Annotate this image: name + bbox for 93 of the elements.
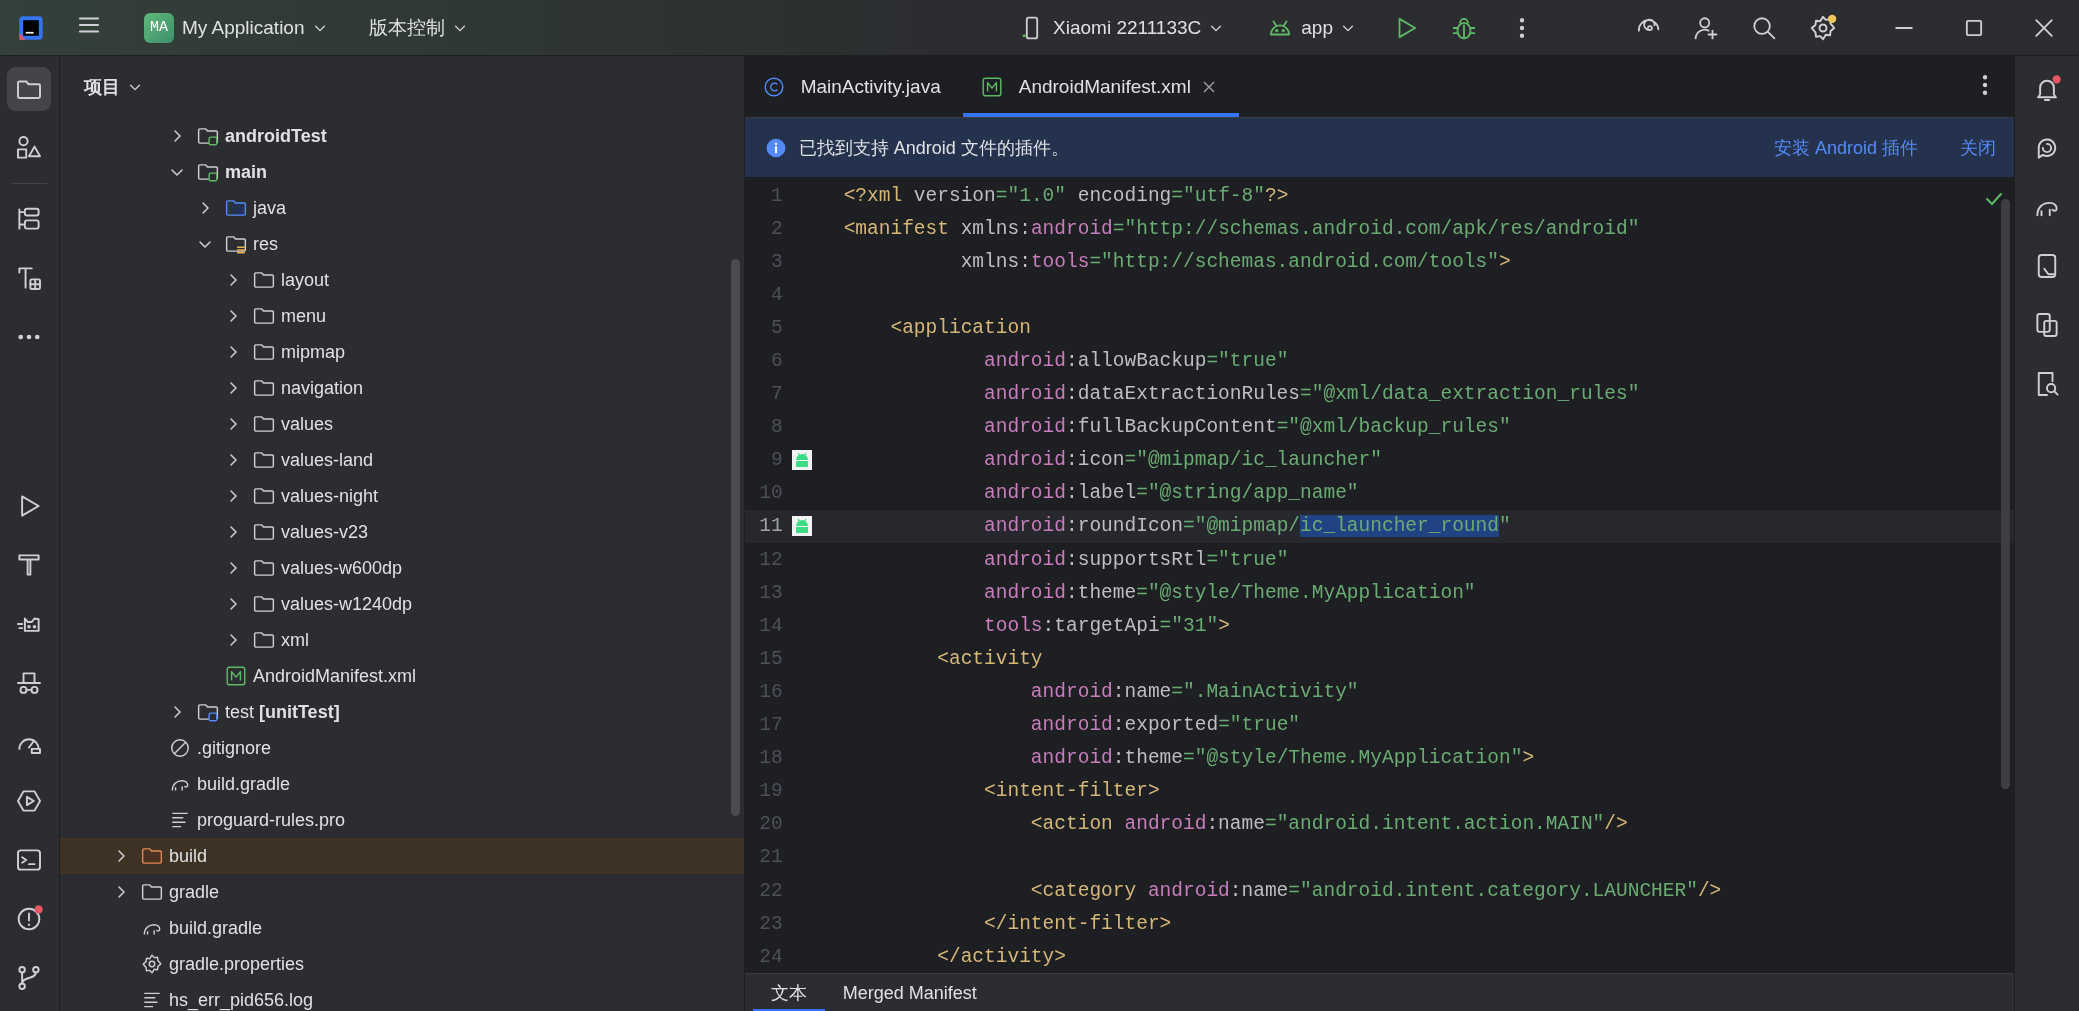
code-line: </activity> — [936, 945, 1066, 968]
tree-item[interactable]: .gitignore — [59, 730, 744, 766]
banner-message: 已找到支持 Android 文件的插件。 — [798, 136, 1070, 160]
m-file-icon — [980, 75, 1003, 98]
tree-item[interactable]: build.gradle — [59, 766, 744, 802]
tree-item[interactable]: AndroidManifest.xml — [59, 658, 744, 694]
tree-item[interactable]: gradle — [59, 874, 744, 910]
code-line: <?xml version="1.0" encoding="utf-8"?> — [843, 184, 1289, 207]
folder-lines-icon — [224, 233, 247, 255]
editor-mode-tab[interactable]: Merged Manifest — [824, 974, 995, 1011]
folder-badge-icon — [196, 701, 219, 723]
folder-icon — [252, 305, 275, 327]
folder-badge-icon — [196, 125, 219, 147]
code-line: android:theme="@style/Theme.MyApplication" — [983, 581, 1476, 604]
folder-icon — [252, 521, 275, 543]
code-line: <action android:name="android.intent.action.MAIN"/> — [1029, 813, 1628, 836]
folder-icon — [252, 413, 275, 435]
project-badge: MA — [144, 12, 174, 43]
code-line: <activity — [936, 647, 1043, 670]
tree-item[interactable]: values-night — [59, 478, 744, 514]
tree-item[interactable]: values-w1240dp — [59, 586, 744, 622]
folder-icon — [252, 629, 275, 651]
tree-item[interactable]: gradle.properties — [59, 946, 744, 982]
code-line: <manifest xmlns:android="http://schemas.android.com/apk/res/android" — [843, 217, 1640, 240]
android-icon[interactable] — [791, 516, 812, 537]
code-line: tools:targetApi="31"> — [983, 614, 1230, 637]
editor-tab[interactable]: MainActivity.java — [744, 56, 963, 117]
tree-item[interactable]: res — [59, 226, 744, 262]
editor-mode-tab[interactable]: 文本 — [752, 974, 825, 1011]
code-line: xmlns:tools="http://schemas.android.com/tools"> — [959, 250, 1511, 273]
code-line: android:roundIcon="@mipmap/ic_launcher_round" — [983, 515, 1511, 538]
settings-icon[interactable] — [1809, 13, 1837, 42]
search-icon[interactable] — [1751, 14, 1777, 41]
code-line: <category android:name="android.intent.category.LAUNCHER"/> — [1029, 879, 1722, 902]
tree-item[interactable]: test [unitTest] — [59, 694, 744, 730]
logo-icon[interactable] — [18, 14, 44, 41]
code-line: android:label="@string/app_name" — [983, 482, 1359, 505]
info-icon — [764, 136, 787, 159]
no-entry-icon — [168, 737, 191, 759]
folder-icon — [224, 197, 247, 219]
vcs-dropdown[interactable]: 版本控制 — [362, 14, 473, 41]
project-view-dropdown[interactable]: 项目 — [77, 74, 148, 100]
tree-item[interactable]: xml — [59, 622, 744, 658]
code-line: android:exported="true" — [1029, 714, 1301, 737]
code-line: android:supportsRtl="true" — [983, 548, 1289, 571]
folder-icon — [252, 557, 275, 579]
code-line: android:fullBackupContent="@xml/backup_rules" — [983, 416, 1511, 439]
tree-item[interactable]: androidTest — [59, 118, 744, 154]
line-number: 11 — [758, 515, 783, 538]
folder-icon[interactable] — [7, 67, 52, 111]
code-line: android:allowBackup="true" — [983, 350, 1289, 372]
code-line: android:name=".MainActivity" — [1029, 680, 1359, 703]
c-circle-icon — [762, 75, 785, 98]
code-line: android:icon="@mipmap/ic_launcher" — [983, 449, 1382, 472]
folder-badge-icon — [196, 161, 219, 183]
tree-item[interactable]: proguard-rules.pro — [59, 802, 744, 838]
tree-item[interactable]: mipmap — [59, 334, 744, 370]
folder-icon — [252, 341, 275, 363]
folder-icon — [252, 269, 275, 291]
m-file-icon — [224, 665, 247, 687]
folder-icon — [140, 845, 163, 867]
gear-icon — [140, 953, 163, 975]
tree-item[interactable]: build — [59, 838, 744, 874]
project-dropdown[interactable]: MA My Application — [138, 12, 333, 43]
tree-item[interactable]: values-w600dp — [59, 550, 744, 586]
code-line: <application — [889, 316, 1031, 339]
code-line: android:theme="@style/Theme.MyApplication"> — [1029, 747, 1535, 770]
code-line: </intent-filter> — [983, 912, 1172, 935]
folder-icon — [252, 449, 275, 471]
code-line: <intent-filter> — [983, 780, 1160, 803]
tree-item[interactable]: hs_err_pid656.log — [59, 982, 744, 1011]
code-line: android:dataExtractionRules="@xml/data_extraction_rules" — [983, 383, 1640, 406]
scrollbar[interactable] — [730, 259, 740, 816]
run-config-dropdown[interactable]: app — [1261, 14, 1361, 41]
tree-item[interactable]: layout — [59, 262, 744, 298]
tree-item[interactable]: values-v23 — [59, 514, 744, 550]
folder-icon — [252, 593, 275, 615]
banner-link[interactable]: 安装 Android 插件 — [1774, 135, 1919, 160]
tree-item[interactable]: java — [59, 190, 744, 226]
folder-icon — [252, 377, 275, 399]
folder-icon — [252, 485, 275, 507]
tree-item[interactable]: values — [59, 406, 744, 442]
scrollbar[interactable] — [2001, 199, 2011, 789]
tree-item[interactable]: values-land — [59, 442, 744, 478]
folder-icon — [140, 881, 163, 903]
tree-item[interactable]: navigation — [59, 370, 744, 406]
device-dropdown[interactable]: Xiaomi 2211133C — [1013, 14, 1230, 41]
tree-item[interactable]: menu — [59, 298, 744, 334]
android-icon[interactable] — [791, 450, 812, 471]
tree-item[interactable]: build.gradle — [59, 910, 744, 946]
add-user-icon[interactable] — [1693, 14, 1719, 41]
tree-item[interactable]: main — [59, 154, 744, 190]
banner-link[interactable]: 关闭 — [1960, 135, 1997, 160]
